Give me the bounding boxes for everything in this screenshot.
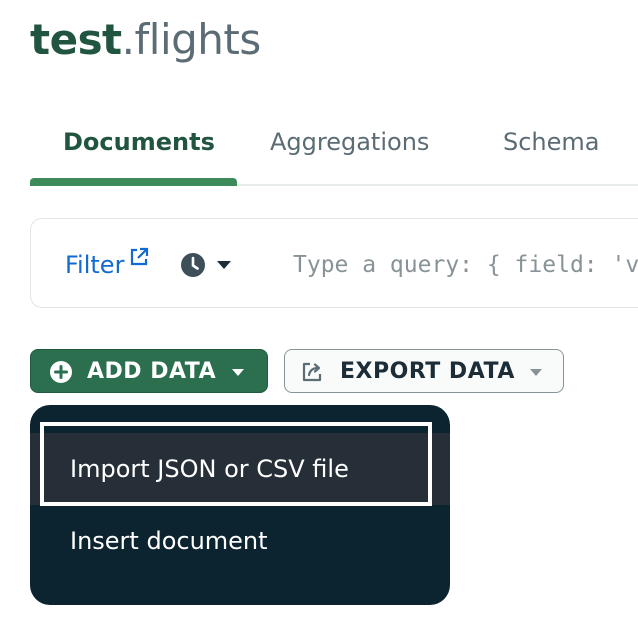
namespace-separator: . [121, 15, 135, 64]
add-data-button[interactable]: ADD DATA [30, 349, 268, 393]
export-data-label: EXPORT DATA [340, 359, 515, 384]
caret-down-icon[interactable] [216, 260, 232, 270]
collection-page: test.flights Documents Aggregations Sche… [0, 0, 638, 634]
export-data-button[interactable]: EXPORT DATA [284, 349, 564, 393]
add-data-label: ADD DATA [87, 359, 217, 384]
database-name: test [30, 15, 122, 64]
export-icon [302, 362, 322, 382]
caret-down-icon [530, 369, 542, 376]
external-link-icon[interactable] [129, 247, 149, 267]
collection-tabs: Documents Aggregations Schema [0, 110, 638, 186]
filter-link[interactable]: Filter [65, 249, 124, 281]
plus-circle-icon [50, 361, 72, 383]
add-data-menu: Import JSON or CSV file Insert document [30, 405, 450, 605]
active-tab-indicator [30, 178, 237, 186]
collection-name: flights [134, 15, 262, 64]
menu-item-insert-document[interactable]: Insert document [30, 505, 450, 577]
tab-documents[interactable]: Documents [63, 126, 215, 158]
highlight-box [40, 422, 432, 506]
query-input[interactable] [293, 245, 638, 285]
caret-down-icon [232, 369, 244, 376]
clock-icon[interactable] [180, 252, 206, 278]
menu-item-label: Insert document [70, 527, 268, 555]
tab-aggregations[interactable]: Aggregations [270, 126, 429, 158]
tab-schema[interactable]: Schema [503, 126, 600, 158]
namespace-title: test.flights [30, 12, 261, 68]
query-bar: Filter [30, 218, 638, 308]
